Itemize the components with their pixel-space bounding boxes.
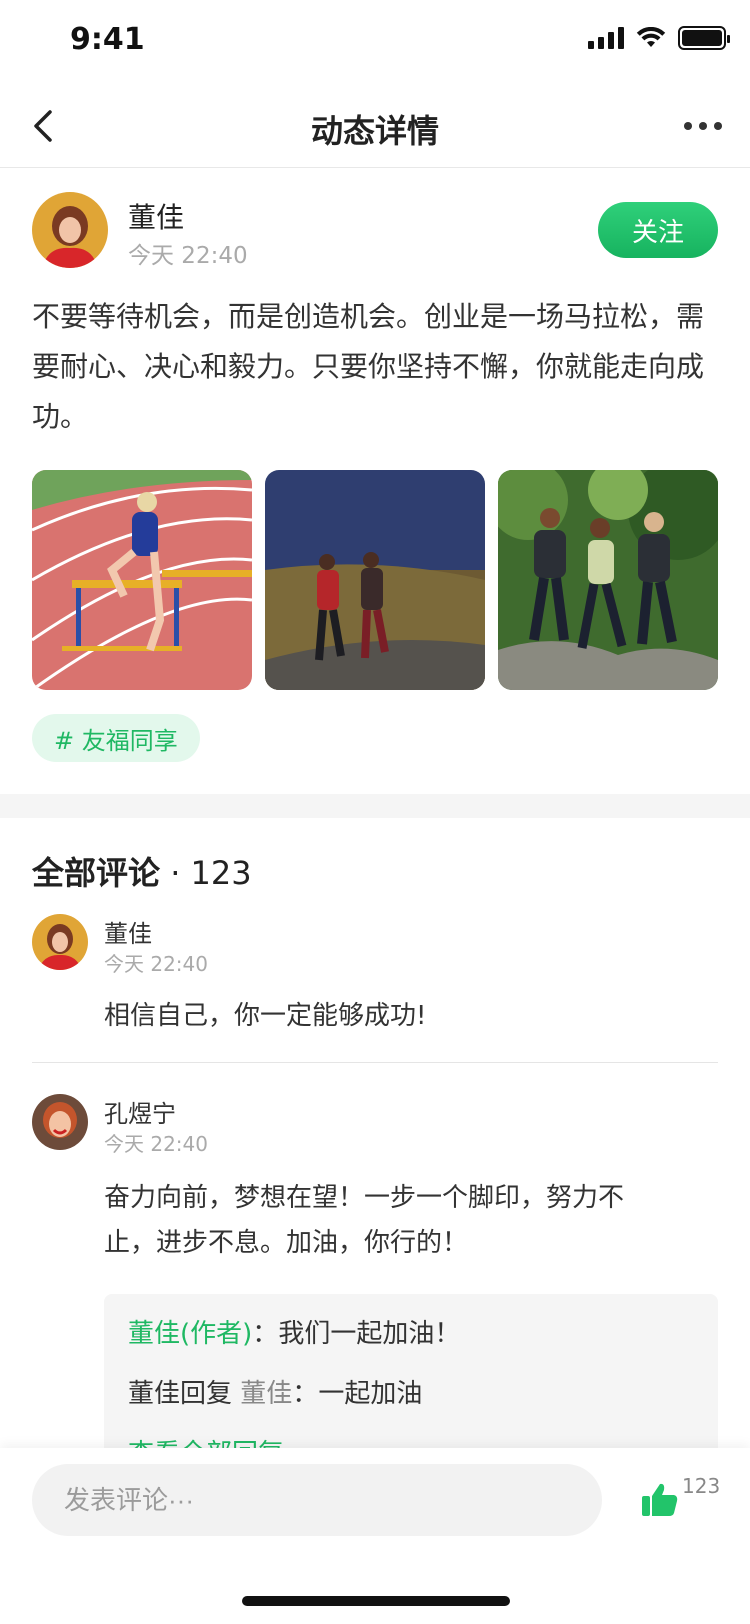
comment-item: 孔煜宁 今天 22:40 奋力向前，梦想在望！一步一个脚印，努力不止，进步不息。… xyxy=(32,1094,718,1294)
reply-text: 一起加油 xyxy=(318,1379,423,1409)
reply-target[interactable]: 董佳 xyxy=(240,1379,292,1409)
topic-tag[interactable]: # 友福同享 xyxy=(32,714,200,762)
post-content: 不要等待机会，而是创造机会。创业是一场马拉松，需要耐心、决心和毅力。只要你坚持不… xyxy=(32,300,705,433)
post-image-hurdles[interactable] xyxy=(32,470,252,690)
comment-time: 今天 22:40 xyxy=(104,1132,208,1156)
nav-bar: 动态详情 xyxy=(0,88,750,168)
page-title: 动态详情 xyxy=(310,112,439,150)
reply-author[interactable]: 董佳回复 xyxy=(128,1379,232,1409)
comment-text: 相信自己，你一定能够成功! xyxy=(104,1001,427,1031)
comment-divider xyxy=(32,1062,718,1063)
more-button[interactable] xyxy=(678,108,722,144)
status-bar: 9:41 xyxy=(0,0,750,88)
reply-item[interactable]: 董佳回复 董佳：一起加油 xyxy=(128,1372,694,1432)
reply-text: 我们一起加油！ xyxy=(278,1319,461,1349)
battery-icon xyxy=(678,26,730,50)
avatar[interactable] xyxy=(32,914,88,970)
comment-input[interactable] xyxy=(32,1464,602,1536)
comment-item: 董佳 今天 22:40 相信自己，你一定能够成功! xyxy=(32,914,718,1044)
section-divider xyxy=(0,794,750,818)
wifi-icon xyxy=(636,27,666,47)
comments-count: · 123 xyxy=(170,854,252,892)
reply-author[interactable]: 董佳(作者) xyxy=(128,1319,252,1349)
reply-item[interactable]: 董佳(作者)：我们一起加油！ xyxy=(128,1312,694,1372)
comment-bar: 123 xyxy=(0,1448,750,1624)
comment-text: 奋力向前，梦想在望！一步一个脚印，努力不止，进步不息。加油，你行的！ xyxy=(104,1183,625,1258)
like-count: 123 xyxy=(682,1474,721,1498)
status-time: 9:41 xyxy=(70,22,145,57)
comment-author[interactable]: 董佳 xyxy=(104,914,152,949)
author-name[interactable]: 董佳 xyxy=(128,196,184,236)
post-author: 董佳 今天 22:40 关注 xyxy=(32,192,718,269)
reply-box: 董佳(作者)：我们一起加油！ 董佳回复 董佳：一起加油 查看全部回复 xyxy=(104,1294,718,1469)
post-image-runners[interactable] xyxy=(265,470,485,690)
avatar[interactable] xyxy=(32,1094,88,1150)
comment-author[interactable]: 孔煜宁 xyxy=(104,1094,176,1129)
avatar[interactable] xyxy=(32,192,108,268)
comment-time: 今天 22:40 xyxy=(104,952,208,976)
comments-header: 全部评论 · 123 xyxy=(32,848,252,894)
post-image-hikers[interactable] xyxy=(498,470,718,690)
follow-button[interactable]: 关注 xyxy=(598,202,718,258)
home-indicator xyxy=(242,1596,510,1606)
like-button[interactable]: 123 xyxy=(640,1474,720,1534)
post-time: 今天 22:40 xyxy=(128,243,248,269)
thumbs-up-icon xyxy=(642,1483,678,1516)
signal-icon xyxy=(588,27,624,49)
comments-title: 全部评论 xyxy=(32,854,161,892)
post-images xyxy=(32,470,718,690)
